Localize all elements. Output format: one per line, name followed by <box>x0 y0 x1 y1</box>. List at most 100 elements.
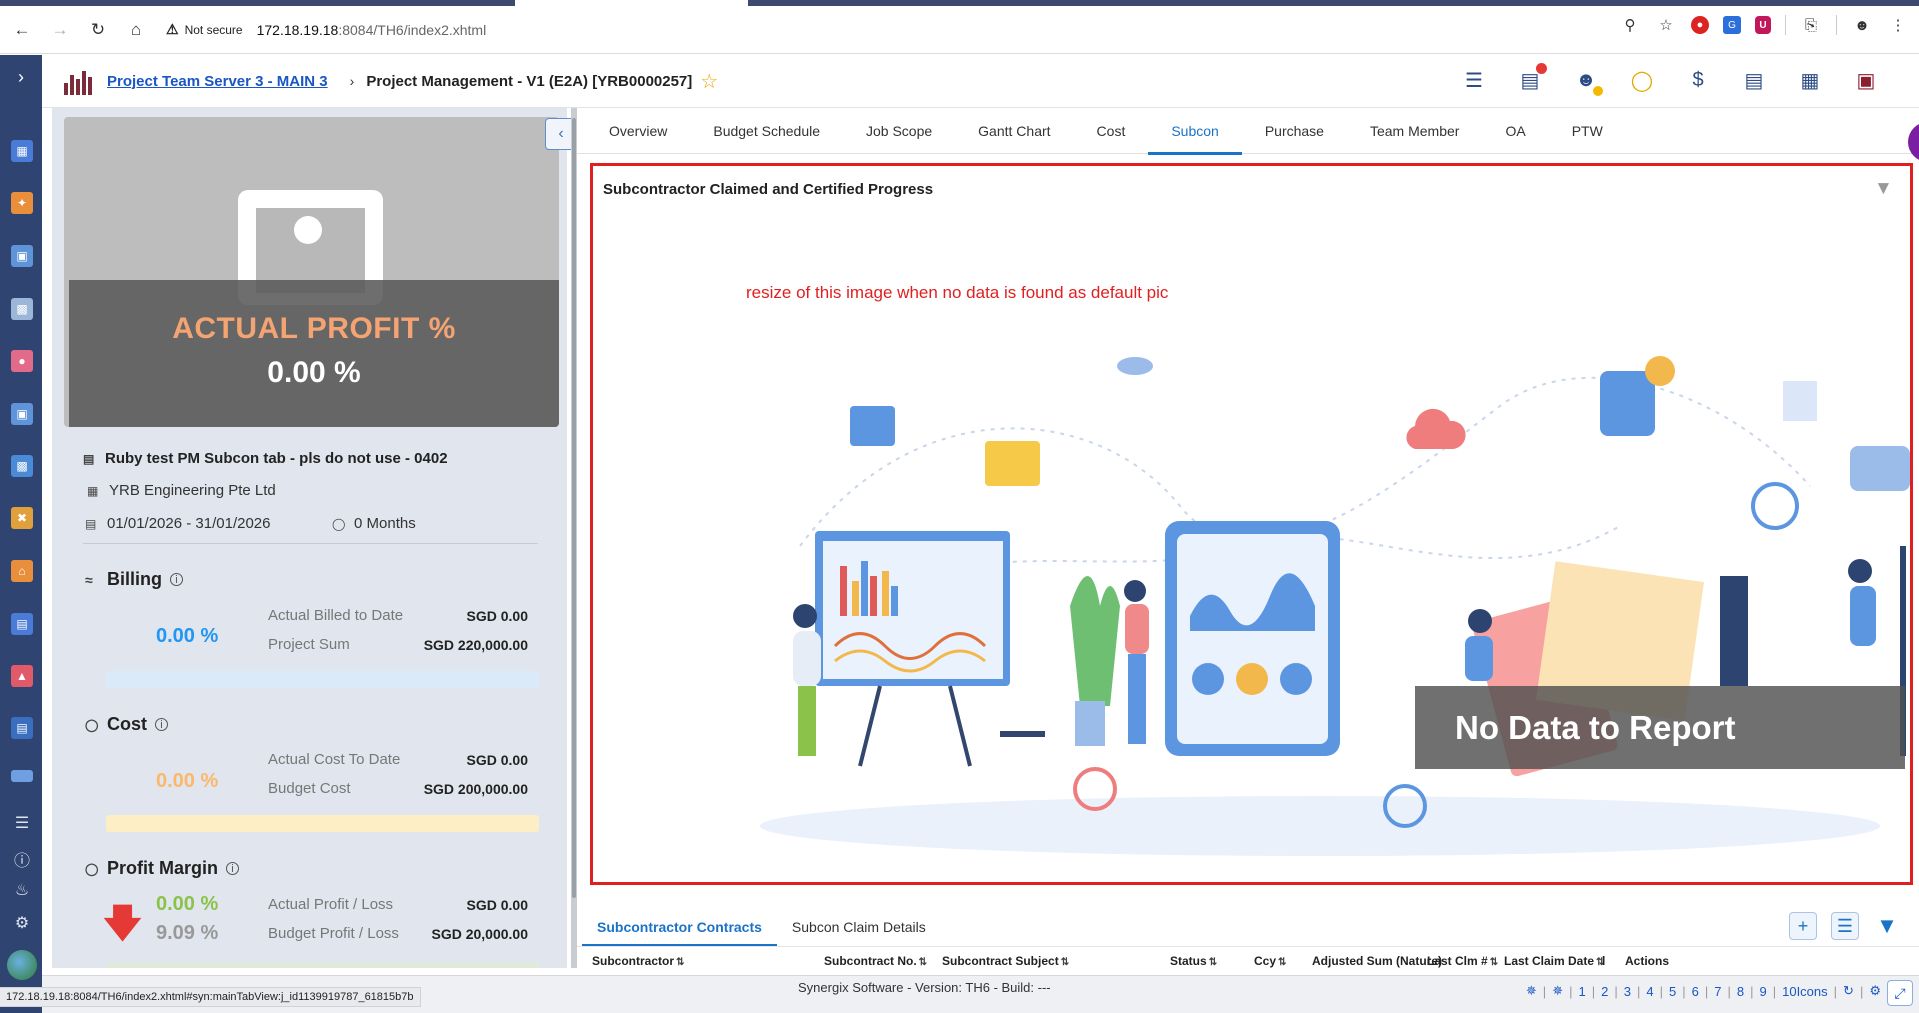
report-chart-icon[interactable]: ▣ <box>1851 65 1881 95</box>
tab-oa[interactable]: OA <box>1482 108 1548 154</box>
invoice-icon[interactable]: ▤ <box>1739 65 1769 95</box>
sort-icon[interactable]: ⇅ <box>919 957 927 968</box>
column-header[interactable]: Subcontractor ⇅ <box>592 954 684 968</box>
sort-icon[interactable]: ⇅ <box>1278 957 1286 968</box>
back-icon[interactable]: ← <box>6 14 38 46</box>
column-header[interactable]: Status ⇅ <box>1170 954 1217 968</box>
dashboard-icon[interactable]: ▦ <box>11 140 33 162</box>
column-header-label: l <box>1602 954 1606 968</box>
cost-info-icon[interactable]: i <box>155 718 168 731</box>
cart-icon[interactable]: ▤ <box>11 717 33 739</box>
footer-page-link[interactable]: 5 <box>1669 984 1676 999</box>
column-header[interactable]: l <box>1602 954 1605 968</box>
sort-icon[interactable]: ⇅ <box>676 957 684 968</box>
ledger-icon[interactable]: ▦ <box>1795 65 1825 95</box>
store-icon[interactable]: ▲ <box>11 665 33 687</box>
tab-ptw[interactable]: PTW <box>1549 108 1626 154</box>
documents-icon[interactable] <box>11 770 33 782</box>
user-money-icon[interactable]: ☻ <box>1571 65 1603 96</box>
add-row-button[interactable]: + <box>1789 912 1817 940</box>
footer-page-link[interactable]: 3 <box>1624 984 1631 999</box>
delivery-icon[interactable]: ▩ <box>11 455 33 477</box>
panel-filter-icon[interactable]: ▼ <box>1874 178 1896 200</box>
tab-job-scope[interactable]: Job Scope <box>843 108 955 154</box>
notifications-bell-icon[interactable]: ♨ <box>12 880 32 900</box>
tab-overview[interactable]: Overview <box>600 108 690 154</box>
footer-page-link[interactable]: 9 <box>1759 984 1766 999</box>
billing-percent: 0.00 % <box>156 625 219 647</box>
tab-subcon[interactable]: Subcon <box>1148 108 1243 155</box>
footer-settings-icon[interactable]: ⚙ <box>1869 983 1881 999</box>
tab-team-member[interactable]: Team Member <box>1347 108 1482 154</box>
cost-section-title: ◯ Cost i <box>85 714 168 735</box>
sort-icon[interactable]: ⇅ <box>1209 957 1217 968</box>
column-header[interactable]: Last Claim Date ⇅ <box>1504 954 1604 968</box>
grid-filter-icon[interactable]: ▼ <box>1873 912 1901 940</box>
gallery-icon[interactable]: ▣ <box>11 403 33 425</box>
footer-page-link[interactable]: 7 <box>1714 984 1721 999</box>
menu-icon[interactable]: ☰ <box>12 813 32 833</box>
column-header[interactable]: Adjusted Sum (Nature) <box>1312 954 1442 968</box>
column-header[interactable]: Subcontract Subject ⇅ <box>942 954 1069 968</box>
extension-red-icon[interactable]: ● <box>1691 16 1709 34</box>
breadcrumb-chevron-icon: › <box>349 73 355 89</box>
zoom-icon[interactable]: ⚲ <box>1619 14 1641 36</box>
tab-budget-schedule[interactable]: Budget Schedule <box>690 108 843 154</box>
subtab-subcon-claim-details[interactable]: Subcon Claim Details <box>777 908 941 946</box>
settings-gear-icon[interactable]: ⚙ <box>12 913 32 933</box>
footer-icons-link[interactable]: 10Icons <box>1782 984 1828 999</box>
forward-icon[interactable]: → <box>44 14 76 46</box>
extensions-puzzle-icon[interactable]: ⎘ <box>1800 14 1822 36</box>
footer-page-link[interactable]: 8 <box>1737 984 1744 999</box>
rail-expand-icon[interactable]: › <box>11 67 31 87</box>
favorite-star-icon[interactable]: ☆ <box>700 69 718 94</box>
footer-star-icon[interactable]: ✵ <box>1552 983 1563 999</box>
sort-icon[interactable]: ⇅ <box>1490 957 1498 968</box>
column-header[interactable]: Subcontract No. ⇅ <box>824 954 927 968</box>
column-header[interactable]: Ccy ⇅ <box>1254 954 1286 968</box>
panel-scrollbar[interactable] <box>571 108 577 968</box>
translate-icon[interactable]: G <box>1723 16 1741 34</box>
extension-shield-icon[interactable]: U <box>1755 16 1771 34</box>
footer-page-link[interactable]: 4 <box>1646 984 1653 999</box>
help-icon[interactable]: ⓘ <box>12 847 32 870</box>
footer-refresh-icon[interactable]: ↻ <box>1843 983 1854 999</box>
bookmark-star-icon[interactable]: ☆ <box>1655 14 1677 36</box>
address-bar[interactable]: ⚠ Not secure 172.18.19.18:8084/TH6/index… <box>166 21 486 38</box>
breadcrumb-link[interactable]: Project Team Server 3 - MAIN 3 <box>107 73 328 90</box>
coins-icon[interactable]: ◯ <box>1627 65 1657 95</box>
list-icon[interactable]: ☰ <box>1459 65 1489 95</box>
truck-icon[interactable]: ▩ <box>11 298 33 320</box>
footer-page-link[interactable]: 1 <box>1578 984 1585 999</box>
user-avatar[interactable] <box>7 950 37 980</box>
tab-cost[interactable]: Cost <box>1074 108 1149 154</box>
reload-icon[interactable]: ↻ <box>82 14 114 46</box>
billing-info-icon[interactable]: i <box>170 573 183 586</box>
more-menu-icon[interactable]: ⋮ <box>1887 14 1909 36</box>
profile-icon[interactable]: ☻ <box>1851 14 1873 36</box>
fullscreen-icon[interactable]: ⤢ <box>1887 980 1913 1006</box>
export-list-button[interactable]: ☰ <box>1831 912 1859 940</box>
clipboard-icon[interactable]: ▤ <box>11 613 33 635</box>
profit-progress-bar <box>106 963 539 967</box>
tab-purchase[interactable]: Purchase <box>1242 108 1347 154</box>
column-header[interactable]: Last Clm # ⇅ <box>1427 954 1498 968</box>
tab-gantt-chart[interactable]: Gantt Chart <box>955 108 1073 154</box>
footer-page-link[interactable]: 6 <box>1692 984 1699 999</box>
sort-icon[interactable]: ⇅ <box>1061 957 1069 968</box>
footer-page-link[interactable]: 2 <box>1601 984 1608 999</box>
column-header[interactable]: Actions <box>1625 954 1669 968</box>
home-icon[interactable]: ⌂ <box>120 14 152 46</box>
subtab-subcontractor-contracts[interactable]: Subcontractor Contracts <box>582 908 777 946</box>
footer-star-icon[interactable]: ✵ <box>1526 983 1537 999</box>
cart-icon[interactable]: ▤ <box>1515 63 1547 95</box>
cost-clock-icon[interactable]: $ <box>1683 65 1713 95</box>
handshake-icon[interactable]: ✦ <box>11 192 33 214</box>
tools-icon[interactable]: ✖ <box>11 507 33 529</box>
profit-actual-percent: 0.00 % <box>156 893 219 915</box>
subcon-progress-panel: Subcontractor Claimed and Certified Prog… <box>590 163 1913 885</box>
warehouse-icon[interactable]: ⌂ <box>11 560 33 582</box>
team-icon[interactable]: ● <box>11 350 33 372</box>
profit-info-icon[interactable]: i <box>226 862 239 875</box>
image-icon[interactable]: ▣ <box>11 245 33 267</box>
